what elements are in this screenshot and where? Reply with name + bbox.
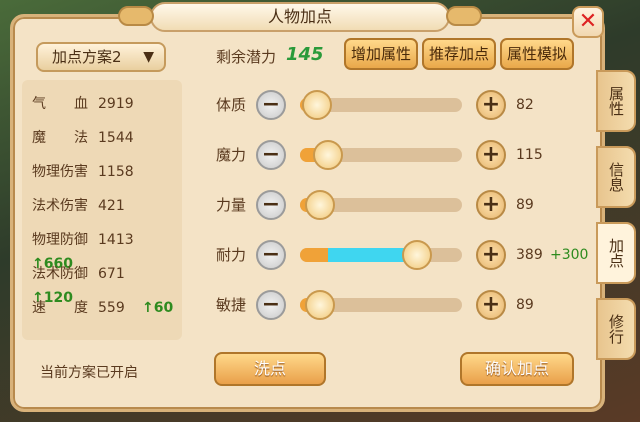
stat-label: 速 度 — [32, 300, 88, 316]
attr-label: 力量 — [216, 196, 247, 214]
reset-points-button[interactable]: 洗点 — [214, 352, 326, 386]
attr-value: 115 — [516, 147, 543, 163]
chevron-down-icon: ▼ — [143, 49, 154, 65]
slider-fill — [300, 248, 328, 262]
slider-handle[interactable] — [305, 190, 336, 220]
potential-value: 145 — [286, 44, 324, 65]
plan-dropdown[interactable]: 加点方案2 ▼ — [36, 42, 166, 72]
plus-icon[interactable]: + — [476, 190, 506, 220]
stat-row: 法术伤害 421 — [32, 194, 142, 218]
stat-value: 1544 — [98, 130, 134, 146]
stat-row: 物理防御 1413↑660 — [32, 228, 182, 272]
minus-icon[interactable]: − — [256, 240, 286, 270]
minus-icon[interactable]: − — [256, 90, 286, 120]
attr-slider[interactable] — [300, 140, 462, 170]
title-ornament-right — [446, 6, 482, 26]
minus-icon[interactable]: − — [256, 290, 286, 320]
minus-icon[interactable]: − — [256, 190, 286, 220]
stat-label: 物理防御 — [32, 232, 88, 248]
plus-icon[interactable]: + — [476, 140, 506, 170]
stat-row: 气 血 2919 — [32, 92, 142, 116]
slider-handle[interactable] — [305, 290, 336, 320]
stat-value: 1158 — [98, 164, 134, 180]
title-ornament-left — [118, 6, 154, 26]
slider-bonus-fill — [327, 248, 414, 262]
plan-label: 加点方案2 — [52, 48, 122, 66]
stat-label: 物理伤害 — [32, 164, 88, 180]
stat-label: 气 血 — [32, 96, 88, 112]
minus-icon[interactable]: − — [256, 140, 286, 170]
attr-slider[interactable] — [300, 190, 462, 220]
attr-label: 敏捷 — [216, 296, 247, 314]
stat-value: 421 — [98, 198, 125, 214]
stat-row: 物理伤害 1158 — [32, 160, 142, 184]
add-attribute-button[interactable]: 增加属性 — [344, 38, 418, 70]
plus-icon[interactable]: + — [476, 240, 506, 270]
attr-value: 89 — [516, 297, 534, 313]
recommend-points-button[interactable]: 推荐加点 — [422, 38, 496, 70]
stat-row: 法术防御 671↑120 — [32, 262, 182, 306]
attr-bonus: +300 — [550, 247, 589, 263]
page-title: 人物加点 — [150, 2, 450, 32]
stat-row: 速 度 559 ↑60 — [32, 296, 173, 320]
attr-value: 82 — [516, 97, 534, 113]
slider-handle[interactable] — [301, 90, 332, 120]
stats-panel: 气 血 2919 魔 法 1544 物理伤害 1158 法术伤害 421 物理防御 141… — [22, 80, 182, 340]
close-icon[interactable]: ✕ — [572, 6, 604, 38]
stat-label: 魔 法 — [32, 130, 88, 146]
stat-value: 671 — [98, 266, 125, 282]
stat-label: 法术伤害 — [32, 198, 88, 214]
confirm-points-button[interactable]: 确认加点 — [460, 352, 574, 386]
attr-slider[interactable] — [300, 290, 462, 320]
tab-attributes[interactable]: 属性 — [596, 70, 636, 132]
stat-bonus: ↑60 — [142, 300, 174, 316]
plus-icon[interactable]: + — [476, 90, 506, 120]
attr-value: 89 — [516, 197, 534, 213]
tab-add-points[interactable]: 加点 — [596, 222, 636, 284]
attr-slider[interactable] — [300, 90, 462, 120]
attr-slider[interactable] — [300, 240, 462, 270]
tab-info[interactable]: 信息 — [596, 146, 636, 208]
simulate-attribute-button[interactable]: 属性模拟 — [500, 38, 574, 70]
attr-label: 体质 — [216, 96, 247, 114]
attr-label: 耐力 — [216, 246, 247, 264]
attr-label: 魔力 — [216, 146, 247, 164]
stat-label: 法术防御 — [32, 266, 88, 282]
plus-icon[interactable]: + — [476, 290, 506, 320]
title-text: 人物加点 — [267, 7, 332, 26]
plan-status-text: 当前方案已开启 — [40, 365, 138, 381]
stat-value: 1413 — [98, 232, 134, 248]
attr-value: 389 — [516, 247, 543, 263]
stat-value: 559 — [98, 300, 125, 316]
tab-cultivation[interactable]: 修行 — [596, 298, 636, 360]
potential-label: 剩余潜力 — [216, 48, 277, 66]
stat-value: 2919 — [98, 96, 134, 112]
stat-row: 魔 法 1544 — [32, 126, 142, 150]
